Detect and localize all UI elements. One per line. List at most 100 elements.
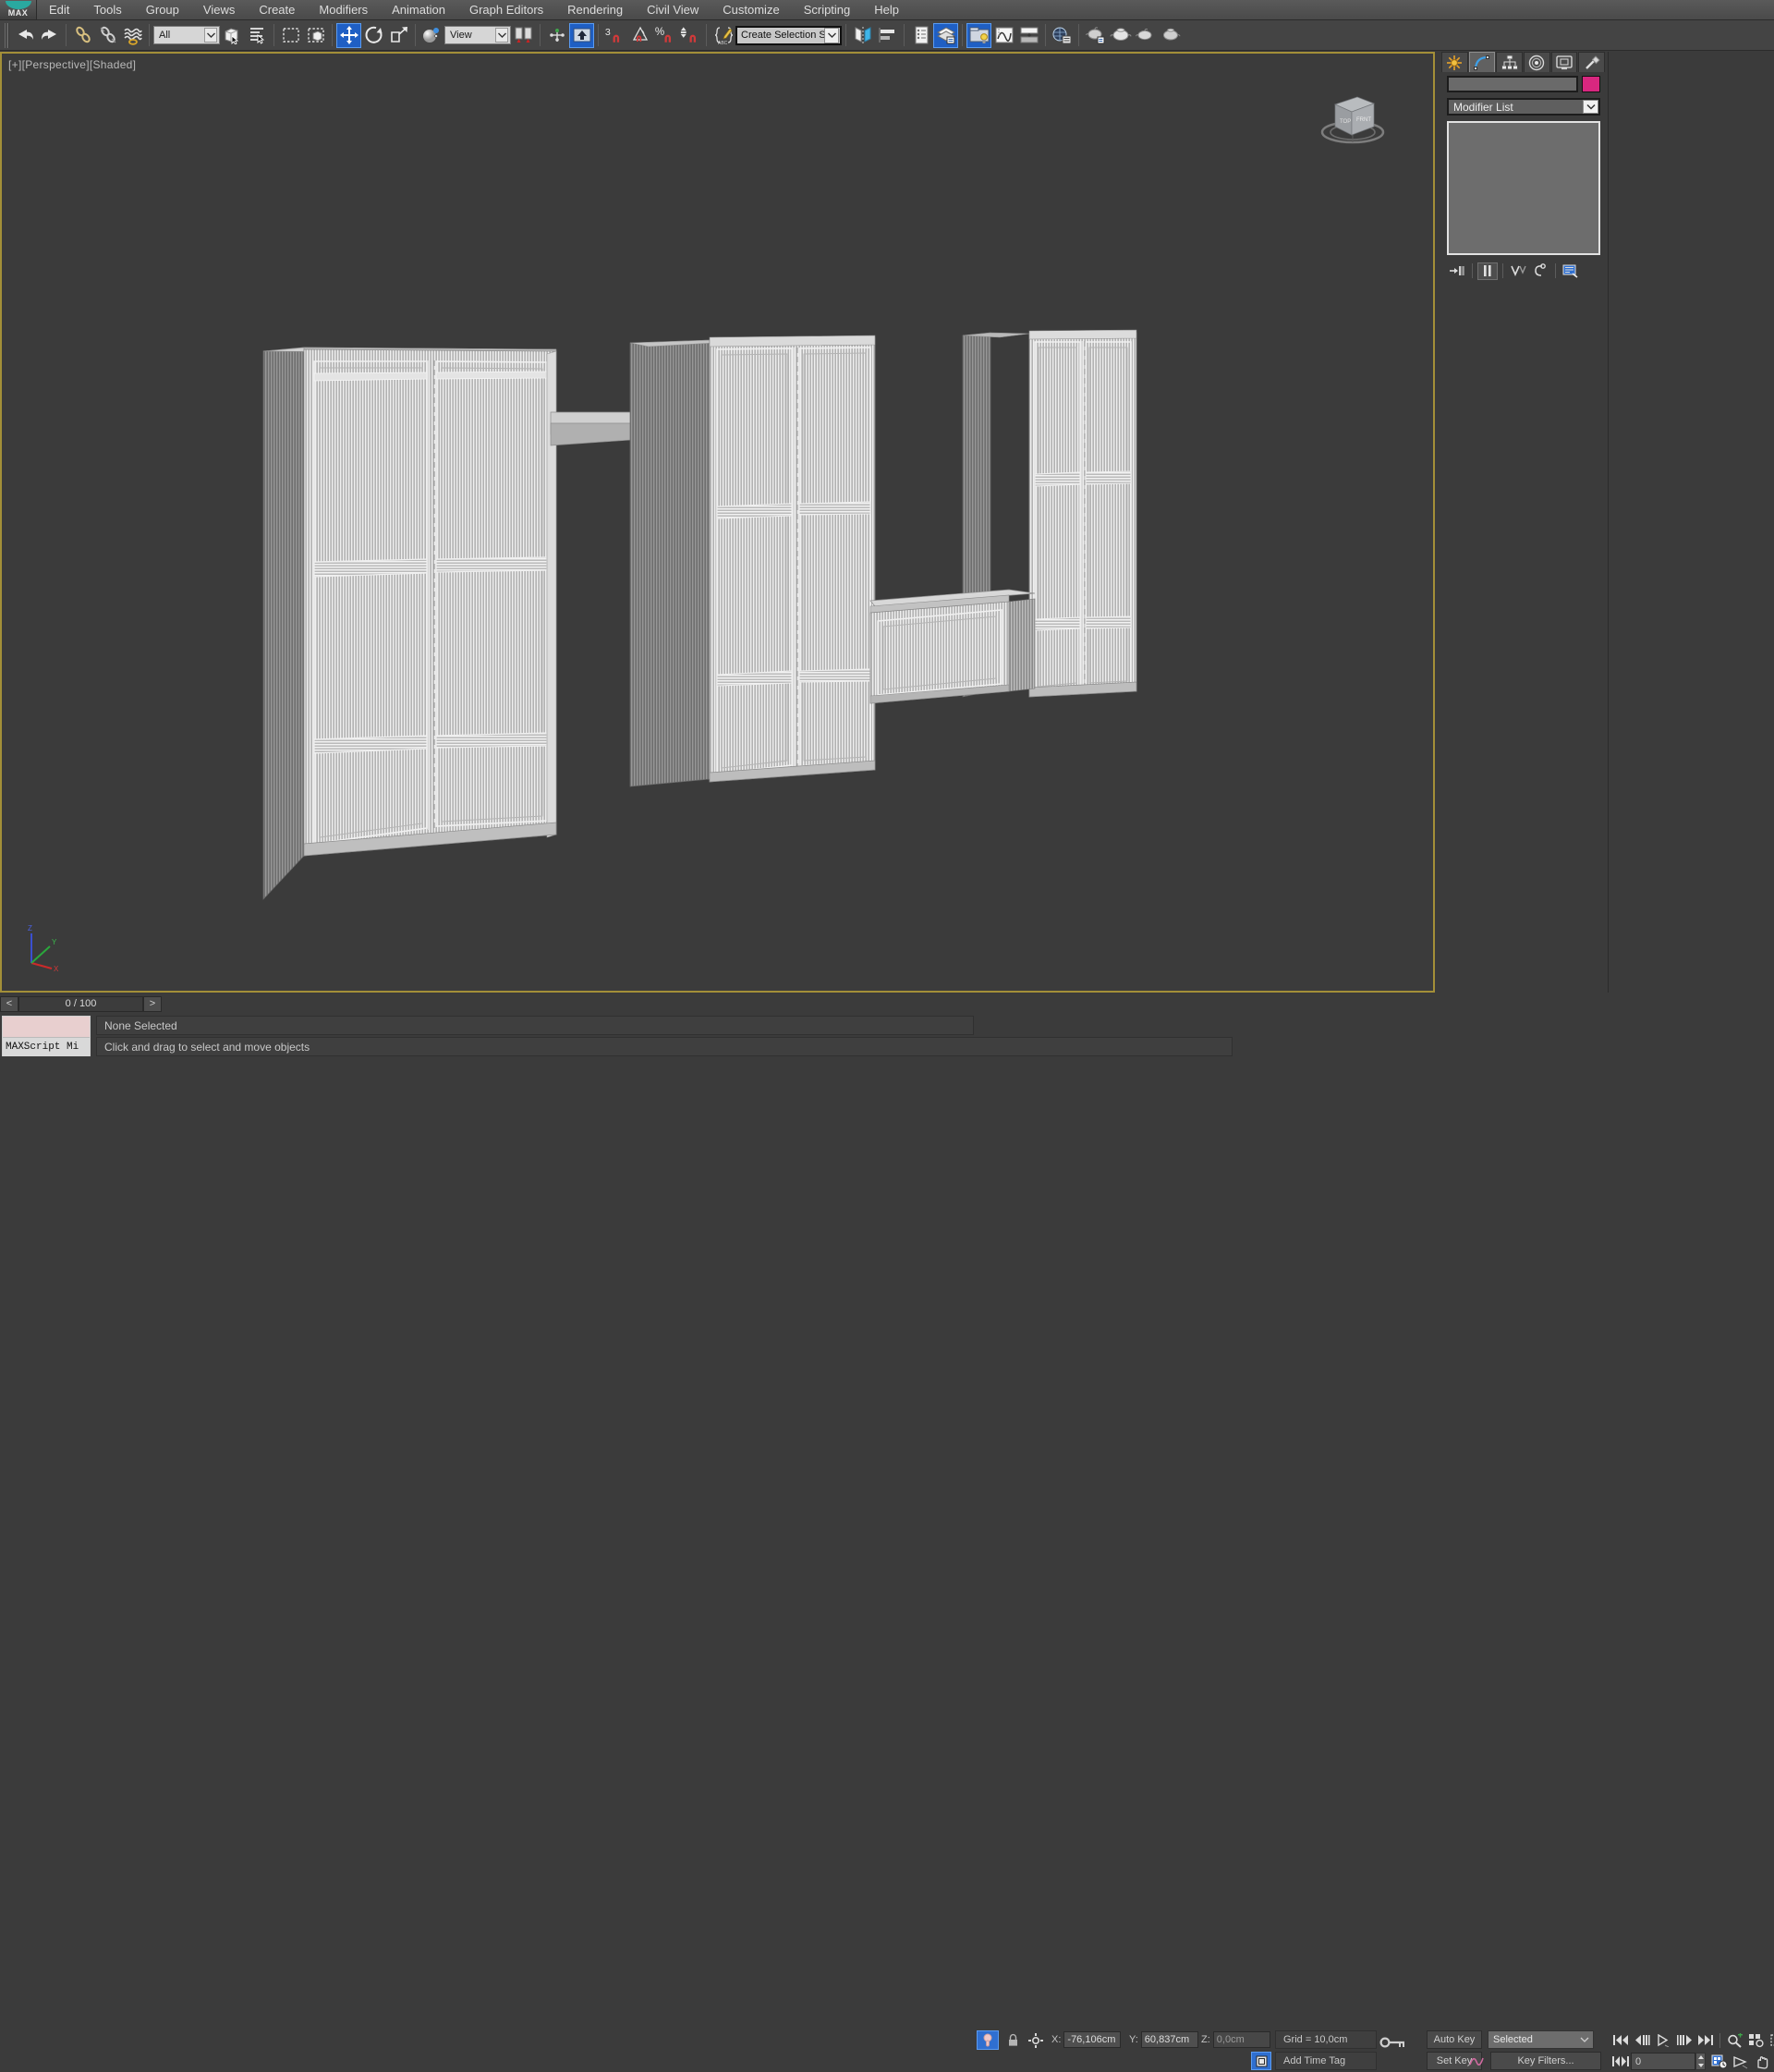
modifier-list-dropdown[interactable]: Modifier List (1447, 98, 1600, 116)
unlink-icon[interactable] (95, 23, 120, 48)
render-iterative-icon[interactable] (1133, 23, 1158, 48)
menu-create[interactable]: Create (247, 0, 307, 19)
object-name-field[interactable] (1447, 76, 1578, 92)
pan-view-icon[interactable] (1751, 2052, 1772, 2071)
chevron-down-icon[interactable] (1580, 2037, 1589, 2042)
field-of-view-icon[interactable] (1730, 2052, 1751, 2071)
motion-tab[interactable] (1524, 52, 1550, 72)
coord-z-field[interactable]: 0,0cm (1213, 2031, 1270, 2048)
render-production-icon[interactable] (1083, 23, 1108, 48)
viewport-label[interactable]: [+][Perspective][Shaded] (8, 58, 136, 71)
go-to-end-icon[interactable] (1695, 2030, 1716, 2050)
zoom-extents-icon[interactable] (1767, 2030, 1774, 2050)
menu-views[interactable]: Views (191, 0, 247, 19)
create-tab[interactable] (1441, 52, 1468, 72)
redo-icon[interactable] (37, 23, 62, 48)
time-slider-prev-button[interactable]: < (0, 996, 18, 1012)
maxscript-input-area[interactable] (3, 1017, 90, 1037)
use-pivot-center-icon[interactable] (419, 23, 444, 48)
schematic-view-icon[interactable] (1016, 23, 1041, 48)
rendered-frame-window-icon[interactable] (1108, 23, 1133, 48)
modify-tab[interactable] (1469, 52, 1496, 72)
menu-tools[interactable]: Tools (81, 0, 133, 19)
time-slider-next-button[interactable]: > (143, 996, 162, 1012)
coord-x-field[interactable]: -76,106cm (1063, 2031, 1121, 2048)
scene-explorer-icon[interactable] (933, 23, 958, 48)
zoom-icon[interactable] (1724, 2030, 1745, 2050)
angle-snap-toggle-icon[interactable] (627, 23, 652, 48)
menu-scripting[interactable]: Scripting (792, 0, 863, 19)
select-object-icon[interactable] (220, 23, 245, 48)
pin-stack-icon[interactable] (1447, 262, 1467, 280)
window-crossing-icon[interactable] (303, 23, 328, 48)
set-key-toggle-icon[interactable] (1467, 2052, 1486, 2070)
use-transform-coordinate-icon[interactable] (544, 23, 569, 48)
modifier-stack-list[interactable] (1447, 121, 1600, 255)
coord-x[interactable]: X: -76,106cm (1051, 2030, 1121, 2048)
render-setup-icon[interactable] (1050, 23, 1075, 48)
chevron-down-icon[interactable] (824, 28, 839, 43)
configure-modifier-sets-icon[interactable] (1561, 262, 1581, 280)
select-by-name-icon[interactable] (245, 23, 270, 48)
display-tab[interactable] (1551, 52, 1578, 72)
chevron-down-icon[interactable] (495, 28, 508, 43)
show-end-result-icon[interactable] (1477, 262, 1498, 280)
time-tag-icon[interactable] (1251, 2052, 1271, 2070)
play-animation-icon[interactable] (1652, 2030, 1673, 2050)
add-time-tag-button[interactable]: Add Time Tag (1275, 2052, 1377, 2070)
frame-spinner[interactable] (1695, 2053, 1706, 2070)
time-configuration-icon[interactable] (1708, 2052, 1730, 2071)
menu-help[interactable]: Help (862, 0, 911, 19)
absolute-relative-mode-icon[interactable] (1026, 2030, 1046, 2050)
key-filter-dropdown[interactable]: Selected (1488, 2030, 1594, 2049)
auto-key-button[interactable]: Auto Key (1427, 2030, 1482, 2049)
zoom-all-icon[interactable] (1745, 2030, 1767, 2050)
select-and-rotate-icon[interactable] (361, 23, 386, 48)
named-selection-set-dropdown[interactable]: Create Selection Se (735, 26, 842, 45)
view-cube[interactable]: TOP FRNT (1317, 84, 1389, 151)
go-to-start-icon[interactable] (1610, 2030, 1631, 2050)
curve-editor-icon[interactable] (991, 23, 1016, 48)
make-unique-icon[interactable] (1508, 262, 1528, 280)
viewport-perspective[interactable]: [+][Perspective][Shaded] (0, 52, 1435, 993)
menu-animation[interactable]: Animation (380, 0, 457, 19)
key-mode-toggle-icon[interactable] (1610, 2052, 1631, 2071)
object-color-swatch[interactable] (1582, 76, 1600, 92)
maxscript-mini-listener[interactable]: MAXScript Mi (2, 1016, 91, 1056)
current-frame-field[interactable]: 0 (1631, 2053, 1695, 2070)
next-frame-icon[interactable] (1673, 2030, 1695, 2050)
time-slider[interactable]: < 0 / 100 > (0, 994, 1435, 1013)
chevron-down-icon[interactable] (204, 28, 217, 43)
selection-filter-dropdown[interactable]: All (153, 26, 220, 44)
remove-modifier-icon[interactable] (1530, 262, 1550, 280)
spinner-snap-toggle-icon[interactable] (677, 23, 702, 48)
menu-group[interactable]: Group (134, 0, 191, 19)
app-logo[interactable]: MAX (0, 0, 37, 19)
isolate-selection-icon[interactable] (977, 2030, 999, 2050)
toolbar-grip[interactable] (5, 23, 9, 48)
lock-selection-icon[interactable] (1002, 2030, 1023, 2050)
layer-manager-icon[interactable] (908, 23, 933, 48)
undo-icon[interactable] (12, 23, 37, 48)
select-and-scale-icon[interactable] (386, 23, 411, 48)
align-icon[interactable] (875, 23, 900, 48)
menu-civil-view[interactable]: Civil View (635, 0, 711, 19)
material-editor-icon[interactable] (966, 23, 991, 48)
coord-y-field[interactable]: 60,837cm (1141, 2031, 1198, 2048)
snaps-toggle-3d-icon[interactable]: 3 (602, 23, 627, 48)
coord-z[interactable]: Z: 0,0cm (1201, 2030, 1270, 2048)
select-and-place-icon[interactable] (569, 23, 594, 48)
mirror-icon[interactable] (850, 23, 875, 48)
select-and-move-icon[interactable] (336, 23, 361, 48)
percent-snap-toggle-icon[interactable]: % (652, 23, 677, 48)
rectangular-region-icon[interactable] (278, 23, 303, 48)
menu-rendering[interactable]: Rendering (555, 0, 635, 19)
viewport-canvas[interactable]: [+][Perspective][Shaded] (2, 54, 1433, 991)
reference-coordinate-dropdown[interactable]: View (444, 26, 511, 44)
hierarchy-tab[interactable] (1496, 52, 1523, 72)
previous-frame-icon[interactable] (1631, 2030, 1652, 2050)
coord-y[interactable]: Y: 60,837cm (1129, 2030, 1198, 2048)
use-selection-center-icon[interactable] (511, 23, 536, 48)
chevron-down-icon[interactable] (1583, 100, 1598, 114)
menu-edit[interactable]: Edit (37, 0, 81, 19)
